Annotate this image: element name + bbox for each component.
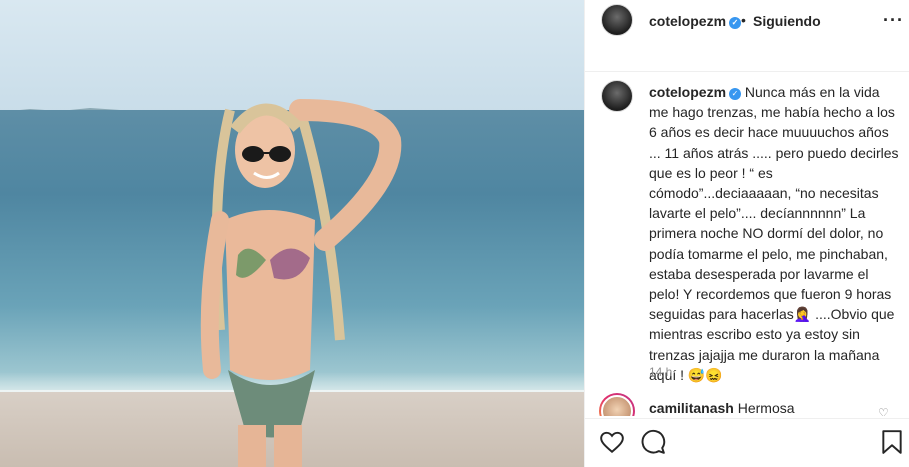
caption-author-avatar[interactable] [601,80,633,112]
comment-username[interactable]: camilitanash [649,400,734,416]
heart-icon[interactable] [599,429,625,455]
comment-text: Hermosa [737,400,795,416]
post-side-panel: cotelopezm ✓ • Siguiendo ··· cotelopezm ✓ … [584,0,909,467]
post-photo[interactable] [0,0,584,467]
comments-area: cotelopezm ✓ Nunca más en la vida me hago… [585,72,909,416]
post-caption: cotelopezm ✓ Nunca más en la vida me hago… [649,82,899,385]
post-header: cotelopezm ✓ • Siguiendo ··· [585,0,909,72]
comment-like-icon[interactable]: ♡ [878,406,889,416]
comment-item: camilitanash Hermosa [649,400,795,416]
caption-username[interactable]: cotelopezm [649,84,726,100]
commenter-avatar[interactable] [599,393,635,416]
author-username[interactable]: cotelopezm ✓ [649,13,742,29]
post-timestamp[interactable]: 14 h [649,365,672,379]
verified-badge-icon: ✓ [729,17,742,29]
more-options-icon[interactable]: ··· [883,10,904,31]
photo-person [200,99,402,467]
author-avatar[interactable] [601,4,633,36]
following-button[interactable]: Siguiendo [753,13,821,29]
commenter-avatar-photo [601,395,633,416]
comment-icon[interactable] [640,429,666,455]
header-separator: • [741,12,746,28]
bookmark-icon[interactable] [881,429,903,455]
author-username-text[interactable]: cotelopezm [649,13,726,29]
post-actions-bar [585,418,909,467]
verified-badge-icon: ✓ [729,88,742,100]
caption-text: Nunca más en la vida me hago trenzas, me… [649,84,899,383]
